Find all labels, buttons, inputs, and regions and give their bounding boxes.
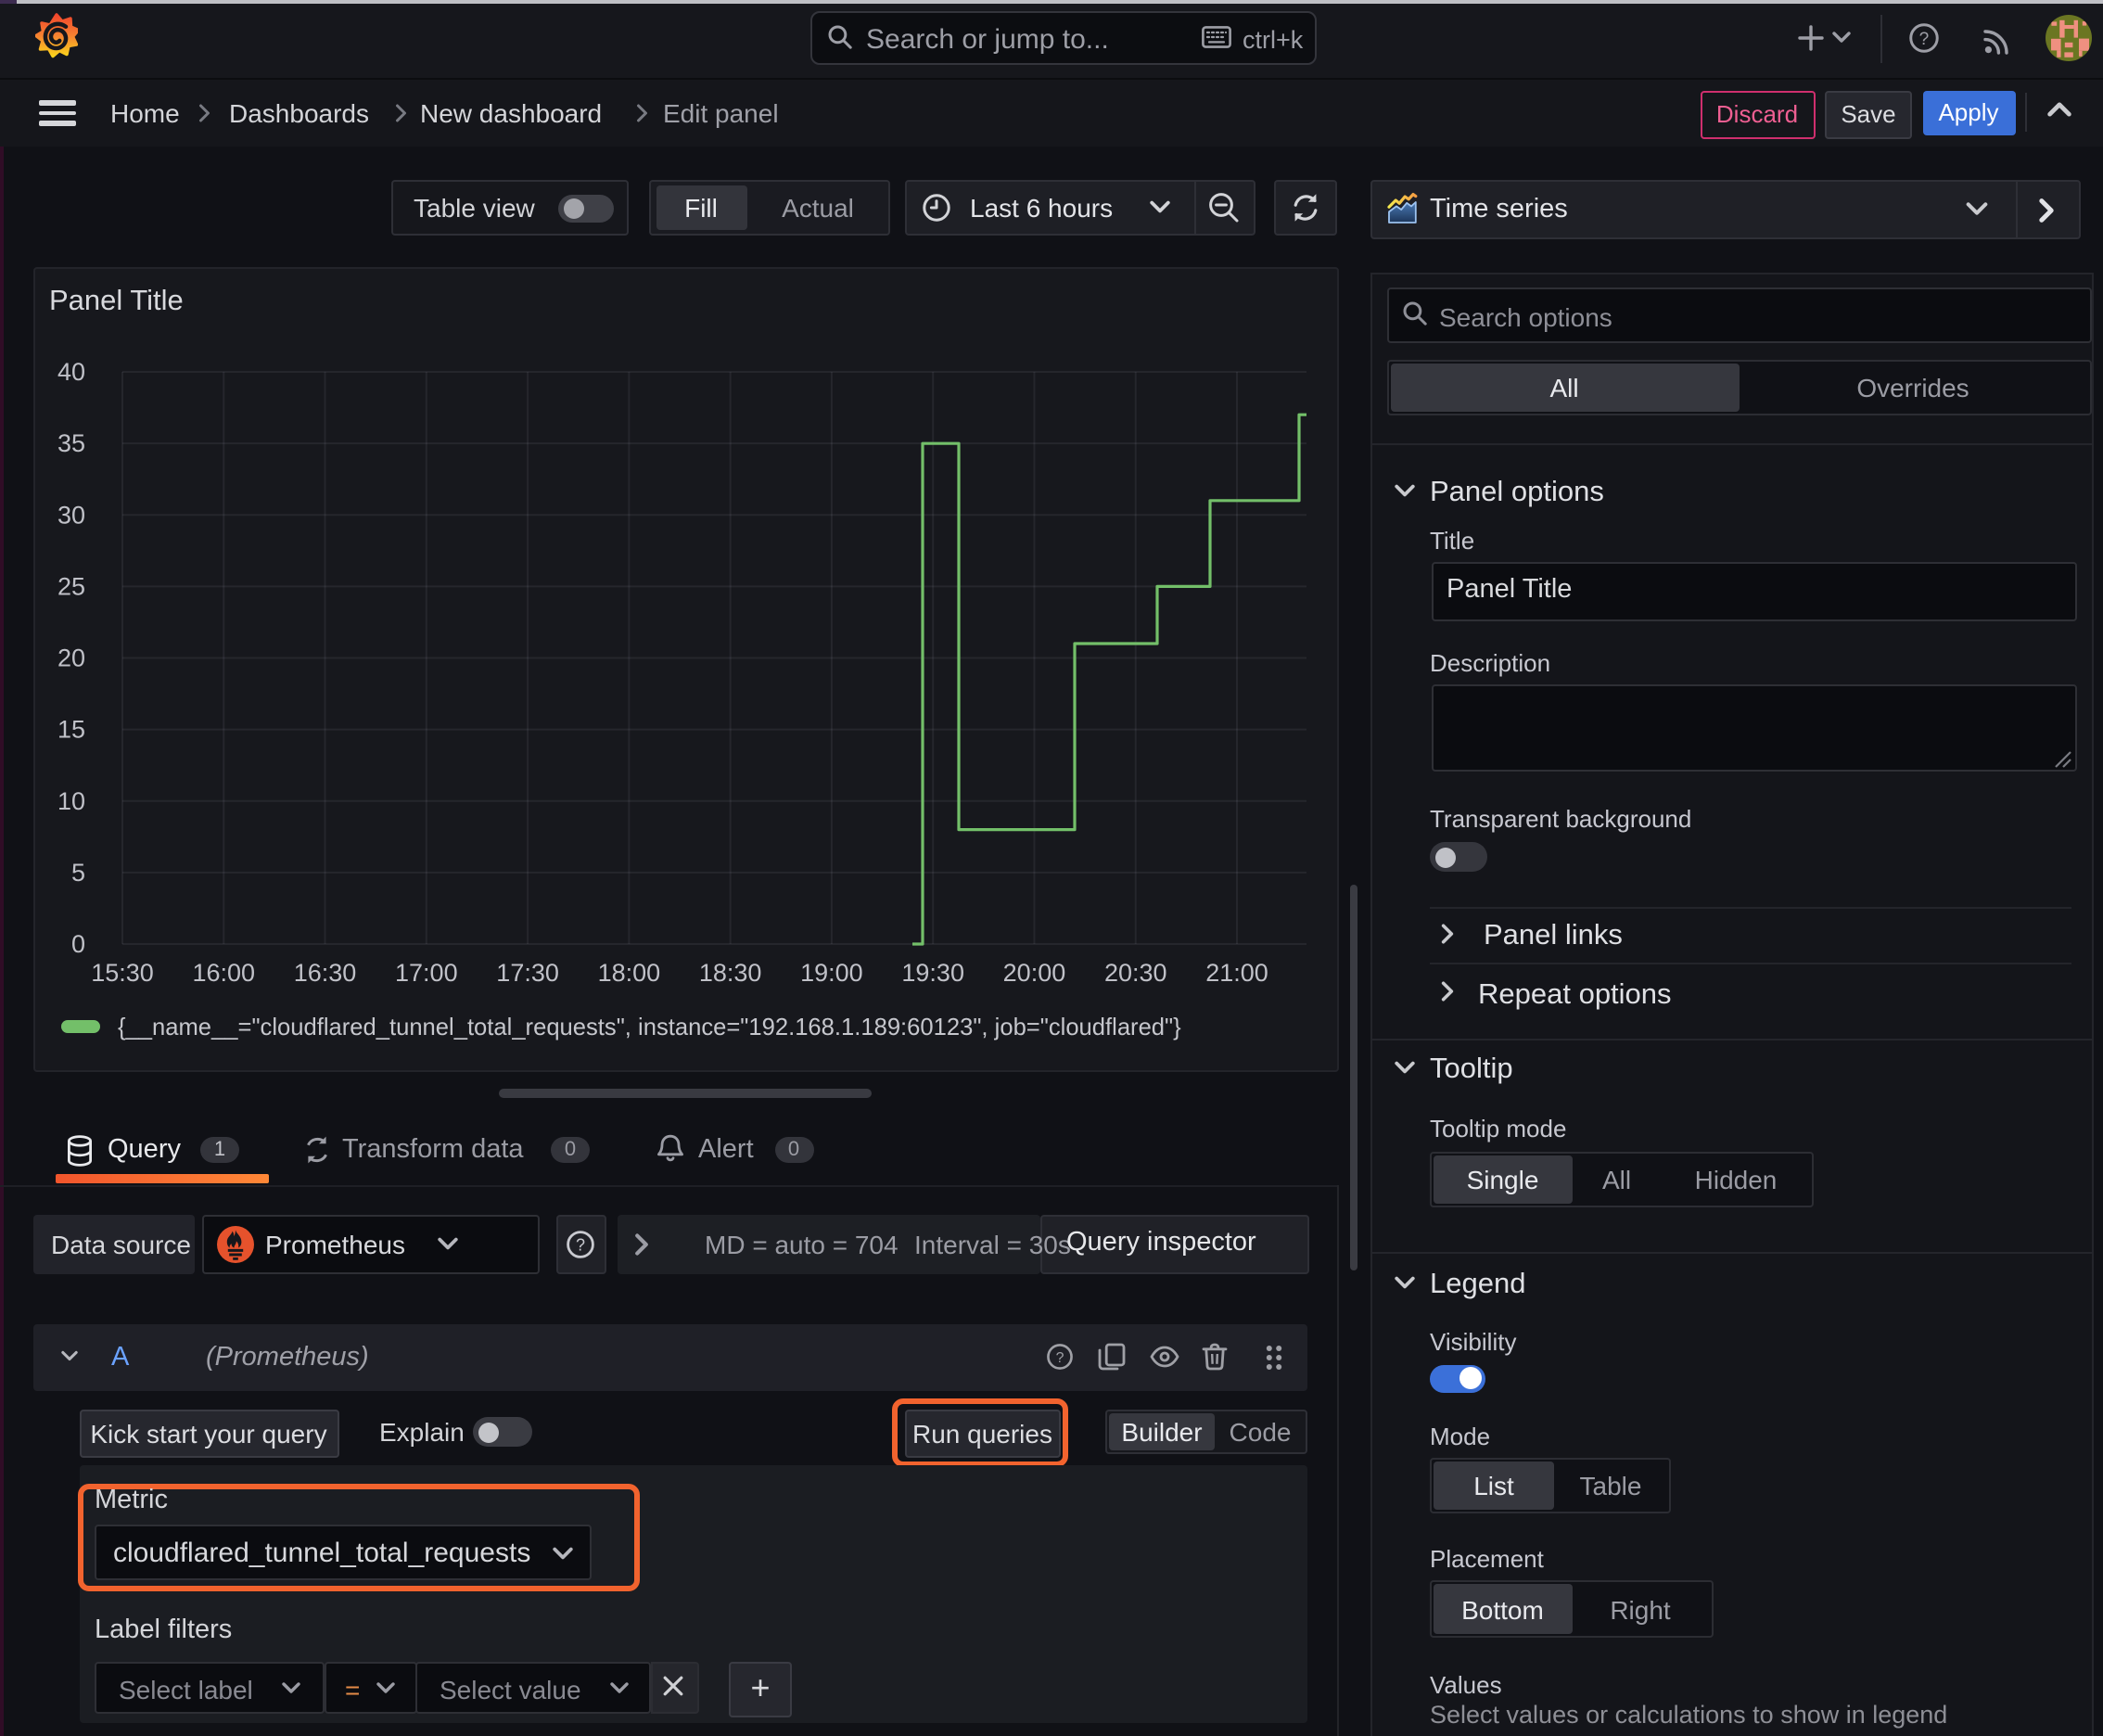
svg-text:21:00: 21:00 — [1205, 959, 1268, 987]
svg-text:17:30: 17:30 — [496, 959, 559, 987]
svg-text:5: 5 — [71, 859, 85, 887]
svg-text:?: ? — [1056, 1350, 1064, 1366]
svg-text:40: 40 — [57, 358, 85, 386]
svg-text:?: ? — [1919, 30, 1930, 49]
svg-text:18:00: 18:00 — [598, 959, 661, 987]
svg-text:?: ? — [576, 1234, 585, 1253]
svg-text:10: 10 — [57, 787, 85, 815]
svg-text:18:30: 18:30 — [699, 959, 762, 987]
svg-text:15:30: 15:30 — [91, 959, 154, 987]
svg-text:19:00: 19:00 — [800, 959, 863, 987]
svg-text:16:30: 16:30 — [294, 959, 357, 987]
svg-text:25: 25 — [57, 572, 85, 600]
svg-text:35: 35 — [57, 429, 85, 457]
svg-text:20:00: 20:00 — [1003, 959, 1066, 987]
svg-text:20: 20 — [57, 645, 85, 672]
svg-text:0: 0 — [71, 930, 85, 958]
svg-text:17:00: 17:00 — [395, 959, 458, 987]
svg-text:19:30: 19:30 — [901, 959, 964, 987]
svg-text:20:30: 20:30 — [1104, 959, 1167, 987]
svg-text:15: 15 — [57, 716, 85, 744]
svg-text:16:00: 16:00 — [192, 959, 255, 987]
svg-text:30: 30 — [57, 501, 85, 529]
